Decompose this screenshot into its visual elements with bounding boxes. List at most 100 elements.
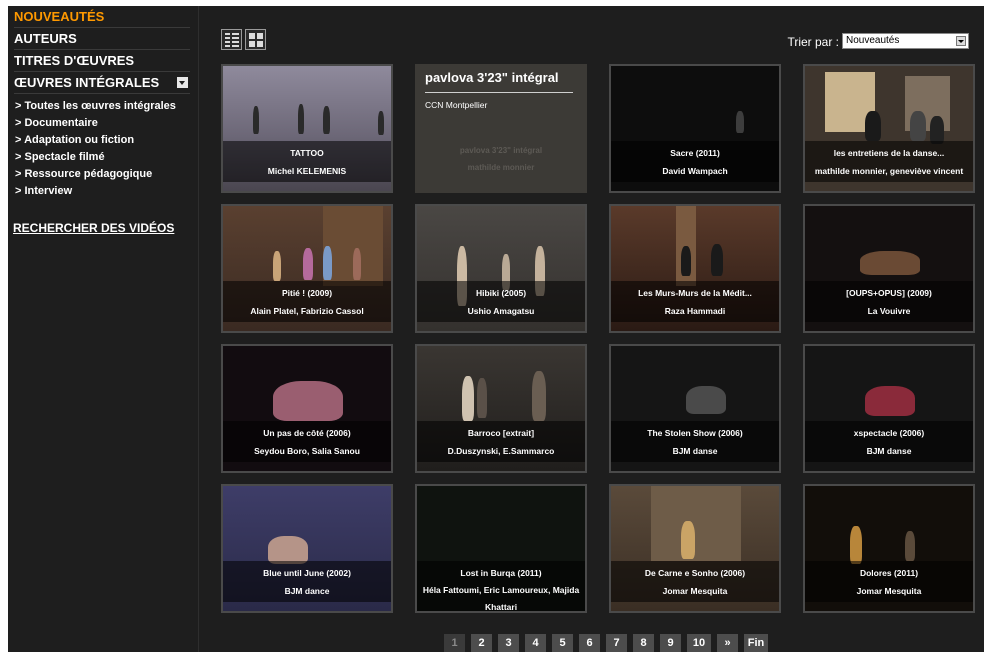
page-2[interactable]: 2	[471, 634, 492, 652]
video-card[interactable]: Un pas de côté (2006) Seydou Boro, Salia…	[221, 344, 393, 473]
page-5[interactable]: 5	[552, 634, 573, 652]
video-caption: The Stolen Show (2006) BJM danse	[611, 421, 779, 462]
video-title: Hibiki (2005)	[475, 288, 527, 298]
submenu: > Toutes les œuvres intégrales > Documen…	[15, 98, 198, 200]
chevron-down-icon	[956, 36, 966, 46]
submenu-adaptation[interactable]: > Adaptation ou fiction	[15, 132, 198, 149]
video-caption: [OUPS+OPUS] (2009) La Vouivre	[805, 281, 973, 322]
video-title: De Carne e Sonho (2006)	[644, 568, 746, 578]
menu-titres-oeuvres[interactable]: TITRES D'ŒUVRES	[14, 50, 190, 72]
video-caption: Barroco [extrait] D.Duszynski, E.Sammarc…	[417, 421, 585, 462]
video-title: [OUPS+OPUS] (2009)	[846, 288, 932, 298]
video-card[interactable]: De Carne e Sonho (2006) Jomar Mesquita	[609, 484, 781, 613]
featured-subtitle: CCN Montpellier	[425, 100, 488, 110]
featured-title: pavlova 3'23" intégral	[425, 70, 559, 85]
page-7[interactable]: 7	[606, 634, 627, 652]
video-card[interactable]: The Stolen Show (2006) BJM danse	[609, 344, 781, 473]
video-title: The Stolen Show (2006)	[647, 428, 743, 438]
menu-auteurs[interactable]: AUTEURS	[14, 28, 190, 50]
video-caption: De Carne e Sonho (2006) Jomar Mesquita	[611, 561, 779, 602]
video-caption: TATTOO Michel KELEMENIS	[223, 141, 391, 182]
featured-ghost-author: mathilde monnier	[467, 163, 535, 172]
page-3[interactable]: 3	[498, 634, 519, 652]
video-author: Héla Fattoumi, Eric Lamoureux, Majida Kh…	[422, 585, 580, 612]
video-author: BJM dance	[284, 586, 330, 596]
page-6[interactable]: 6	[579, 634, 600, 652]
video-card[interactable]: TATTOO Michel KELEMENIS	[221, 64, 393, 193]
video-author: BJM danse	[866, 446, 912, 456]
featured-video-card[interactable]: pavlova 3'23" intégral CCN Montpellier p…	[415, 64, 587, 193]
app-window: NOUVEAUTÉS AUTEURS TITRES D'ŒUVRES ŒUVRE…	[8, 6, 984, 652]
video-caption: Lost in Burqa (2011) Héla Fattoumi, Eric…	[417, 561, 585, 612]
video-title: TATTOO	[290, 148, 324, 158]
video-author: Seydou Boro, Salia Sanou	[254, 446, 360, 456]
video-caption: Sacre (2011) David Wampach	[611, 141, 779, 182]
video-author: mathilde monnier, geneviève vincent	[814, 166, 964, 176]
last-page-button[interactable]: Fin	[744, 634, 768, 652]
video-card[interactable]: Lost in Burqa (2011) Héla Fattoumi, Eric…	[415, 484, 587, 613]
menu-oeuvres-integrales[interactable]: ŒUVRES INTÉGRALES	[14, 72, 190, 94]
video-card[interactable]: [OUPS+OPUS] (2009) La Vouivre	[803, 204, 975, 333]
video-author: D.Duszynski, E.Sammarco	[447, 446, 555, 456]
page-9[interactable]: 9	[660, 634, 681, 652]
submenu-toutes-oeuvres[interactable]: > Toutes les œuvres intégrales	[15, 98, 198, 115]
menu-oeuvres-integrales-label: ŒUVRES INTÉGRALES	[14, 75, 160, 90]
submenu-ressource-pedagogique[interactable]: > Ressource pédagogique	[15, 166, 198, 183]
video-author: David Wampach	[662, 166, 728, 176]
video-card[interactable]: xspectacle (2006) BJM danse	[803, 344, 975, 473]
sort-label: Trier par :	[787, 35, 839, 49]
submenu-spectacle-filme[interactable]: > Spectacle filmé	[15, 149, 198, 166]
video-caption: Un pas de côté (2006) Seydou Boro, Salia…	[223, 421, 391, 462]
video-author: Jomar Mesquita	[662, 586, 728, 596]
video-author: Raza Hammadi	[664, 306, 726, 316]
video-caption: les entretiens de la danse... mathilde m…	[805, 141, 973, 182]
video-caption: Blue until June (2002) BJM dance	[223, 561, 391, 602]
video-card[interactable]: Sacre (2011) David Wampach	[609, 64, 781, 193]
video-author: La Vouivre	[867, 306, 911, 316]
video-author: Jomar Mesquita	[856, 586, 922, 596]
search-videos-link[interactable]: RECHERCHER DES VIDÉOS	[13, 221, 174, 235]
featured-divider	[425, 92, 573, 93]
menu-nouveautes[interactable]: NOUVEAUTÉS	[14, 6, 190, 28]
video-title: Pitié ! (2009)	[281, 288, 333, 298]
sidebar: NOUVEAUTÉS AUTEURS TITRES D'ŒUVRES ŒUVRE…	[8, 6, 199, 652]
submenu-documentaire[interactable]: > Documentaire	[15, 115, 198, 132]
video-author: Alain Platel, Fabrizio Cassol	[250, 306, 364, 316]
list-view-icon[interactable]	[221, 29, 242, 50]
video-title: Lost in Burqa (2011)	[460, 568, 542, 578]
video-title: xspectacle (2006)	[853, 428, 925, 438]
video-card[interactable]: Pitié ! (2009) Alain Platel, Fabrizio Ca…	[221, 204, 393, 333]
video-title: Dolores (2011)	[859, 568, 919, 578]
video-author: Ushio Amagatsu	[467, 306, 535, 316]
video-card[interactable]: Les Murs-Murs de la Médit... Raza Hammad…	[609, 204, 781, 333]
grid-view-icon[interactable]	[245, 29, 266, 50]
featured-ghost-title: pavlova 3'23" intégral	[459, 146, 543, 155]
video-caption: xspectacle (2006) BJM danse	[805, 421, 973, 462]
page-4[interactable]: 4	[525, 634, 546, 652]
page-1[interactable]: 1	[444, 634, 465, 652]
video-title: Blue until June (2002)	[263, 568, 351, 578]
video-caption: Hibiki (2005) Ushio Amagatsu	[417, 281, 585, 322]
submenu-interview[interactable]: > Interview	[15, 183, 198, 200]
page-8[interactable]: 8	[633, 634, 654, 652]
video-author: Michel KELEMENIS	[267, 166, 347, 176]
video-title: les entretiens de la danse...	[833, 148, 945, 158]
video-title: Sacre (2011)	[670, 148, 720, 158]
sort-select-value: Nouveautés	[846, 35, 900, 46]
video-title: Les Murs-Murs de la Médit...	[638, 288, 752, 298]
next-page-button[interactable]: »	[717, 634, 738, 652]
video-title: Un pas de côté (2006)	[263, 428, 351, 438]
video-caption: Les Murs-Murs de la Médit... Raza Hammad…	[611, 281, 779, 322]
video-card[interactable]: Barroco [extrait] D.Duszynski, E.Sammarc…	[415, 344, 587, 473]
video-caption: Pitié ! (2009) Alain Platel, Fabrizio Ca…	[223, 281, 391, 322]
video-card[interactable]: les entretiens de la danse... mathilde m…	[803, 64, 975, 193]
video-title: Barroco [extrait]	[467, 428, 535, 438]
sort-select[interactable]: Nouveautés	[842, 33, 969, 49]
collapse-toggle-icon[interactable]	[177, 77, 188, 88]
video-author: BJM danse	[672, 446, 718, 456]
video-card[interactable]: Blue until June (2002) BJM dance	[221, 484, 393, 613]
page-10[interactable]: 10	[687, 634, 711, 652]
video-card[interactable]: Hibiki (2005) Ushio Amagatsu	[415, 204, 587, 333]
video-caption: Dolores (2011) Jomar Mesquita	[805, 561, 973, 602]
video-card[interactable]: Dolores (2011) Jomar Mesquita	[803, 484, 975, 613]
